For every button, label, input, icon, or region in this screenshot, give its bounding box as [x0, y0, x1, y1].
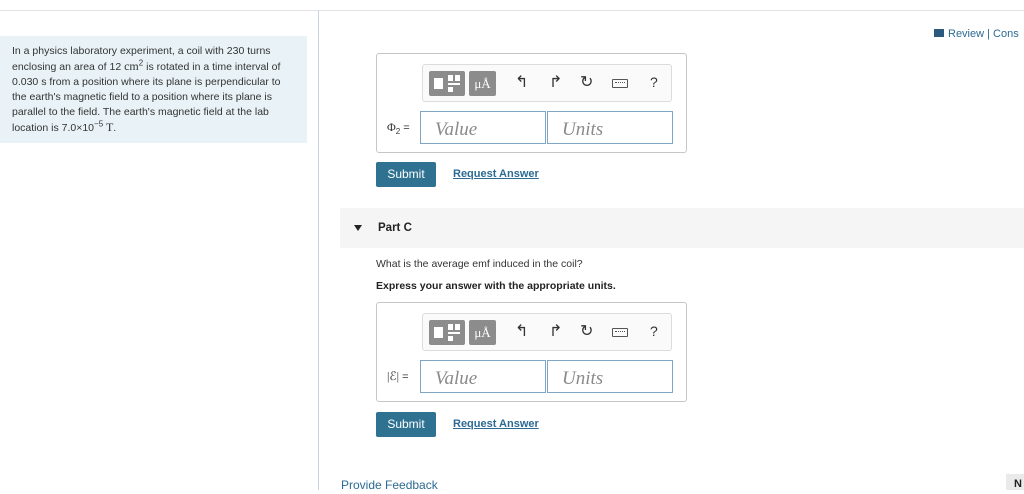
partc-header[interactable] [340, 208, 1024, 248]
reset-icon[interactable]: ↻ [580, 73, 593, 93]
keyboard-icon[interactable] [612, 79, 628, 88]
partb-variable-label: Φ2 = [387, 120, 410, 136]
reset-icon[interactable]: ↻ [580, 322, 593, 342]
top-divider [0, 10, 1024, 11]
units-button[interactable]: μÅ [469, 71, 496, 96]
field-exponent: −5 [94, 119, 104, 129]
undo-icon[interactable]: ↰ [515, 73, 528, 93]
templates-icon[interactable] [429, 320, 465, 345]
panel-divider [318, 10, 319, 490]
partc-variable-label: |ℰ| = [387, 369, 409, 384]
keyboard-icon[interactable] [612, 328, 628, 337]
field-unit: T [103, 120, 114, 134]
help-button[interactable]: ? [650, 74, 658, 90]
undo-icon[interactable]: ↰ [515, 322, 528, 342]
partc-units-input[interactable] [547, 360, 673, 393]
partc-submit-button[interactable]: Submit [376, 412, 436, 437]
partc-math-toolbar: μÅ ↰ ↱ ↻ ? [422, 313, 672, 351]
redo-icon[interactable]: ↱ [549, 322, 562, 342]
review-link[interactable]: Review | Cons [934, 28, 1019, 40]
partc-answer-box: μÅ ↰ ↱ ↻ ? |ℰ| = [376, 302, 687, 402]
redo-icon[interactable]: ↱ [549, 73, 562, 93]
problem-text-end: . [113, 122, 117, 134]
partb-math-toolbar: μÅ ↰ ↱ ↻ ? [422, 64, 672, 102]
partb-submit-button[interactable]: Submit [376, 162, 436, 187]
partc-value-input[interactable] [420, 360, 546, 393]
partb-units-input[interactable] [547, 111, 673, 144]
help-button[interactable]: ? [650, 323, 658, 339]
problem-statement: In a physics laboratory experiment, a co… [0, 36, 307, 143]
partc-var-symbol: |ℰ| [387, 369, 400, 383]
next-button[interactable]: N [1006, 474, 1024, 490]
partc-title: Part C [378, 222, 412, 234]
units-button[interactable]: μÅ [469, 320, 496, 345]
partc-request-answer-link[interactable]: Request Answer [453, 418, 539, 430]
review-label: Review | Cons [948, 28, 1019, 40]
partc-equals: = [399, 371, 409, 383]
partb-var-symbol: Φ [387, 120, 396, 134]
book-icon [934, 29, 944, 37]
collapse-triangle-icon[interactable] [354, 225, 362, 231]
partb-request-answer-link[interactable]: Request Answer [453, 168, 539, 180]
partb-equals: = [400, 122, 410, 134]
partb-answer-box: μÅ ↰ ↱ ↻ ? Φ2 = [376, 53, 687, 153]
partb-value-input[interactable] [420, 111, 546, 144]
partc-question: What is the average emf induced in the c… [376, 258, 583, 270]
templates-icon[interactable] [429, 71, 465, 96]
area-unit: cm [124, 59, 139, 73]
partc-instruction: Express your answer with the appropriate… [376, 280, 616, 292]
